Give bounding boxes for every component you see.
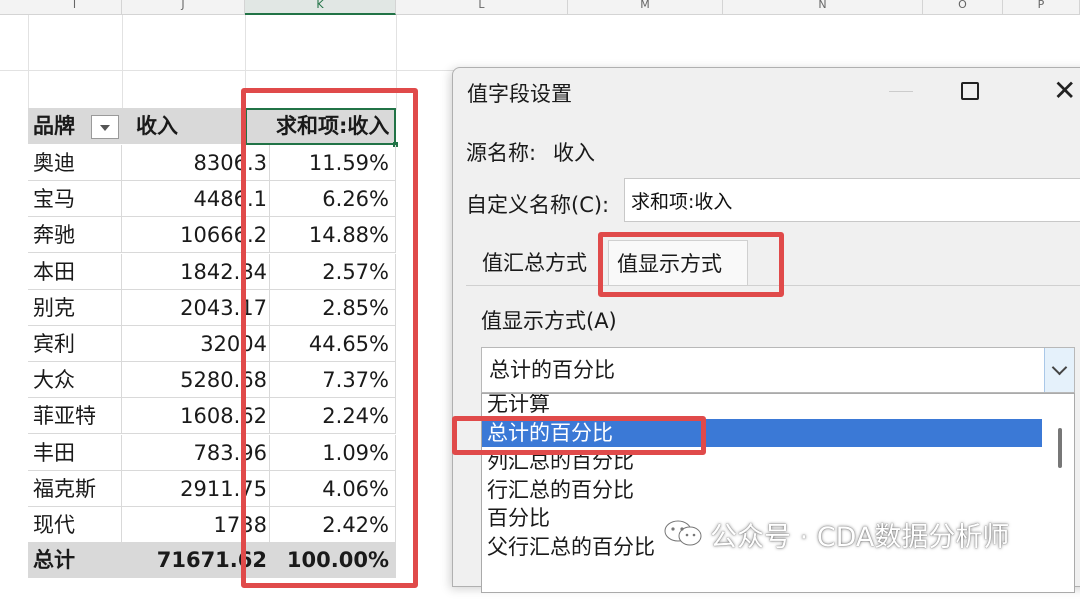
close-icon: ✕ bbox=[1053, 74, 1077, 107]
pivot-cell-brand[interactable]: 奥迪 bbox=[28, 145, 122, 181]
column-header-k[interactable]: K bbox=[245, 0, 396, 15]
watermark: 公众号 · CDA数据分析师 bbox=[663, 510, 1063, 558]
maximize-button[interactable] bbox=[947, 68, 1007, 116]
maximize-icon bbox=[961, 82, 979, 100]
tab-summarize-values-by[interactable]: 值汇总方式 bbox=[474, 240, 595, 286]
column-header-i[interactable]: I bbox=[28, 0, 122, 15]
wechat-logo-icon bbox=[664, 520, 702, 546]
value-field-settings-dialog: 值字段设置 ✕ 源名称: 收入 自定义名称(C): 值汇总方式 值显示方式 值显… bbox=[452, 67, 1080, 593]
filter-dropdown-icon[interactable] bbox=[91, 115, 119, 139]
column-header-o[interactable]: O bbox=[923, 0, 1003, 15]
close-button[interactable]: ✕ bbox=[1033, 68, 1080, 116]
highlight-box-option bbox=[452, 416, 706, 455]
highlight-box-tab bbox=[598, 232, 784, 297]
show-values-as-select[interactable]: 总计的百分比 bbox=[481, 347, 1075, 393]
option-item[interactable]: 行汇总的百分比 bbox=[482, 476, 1042, 504]
show-values-as-label: 值显示方式(A) bbox=[481, 309, 617, 333]
column-header-n[interactable]: N bbox=[723, 0, 923, 15]
highlight-box-sum-column bbox=[241, 88, 418, 588]
watermark-text: 公众号 · CDA数据分析师 bbox=[710, 522, 1010, 553]
grid-line bbox=[122, 15, 123, 110]
options-scrollbar[interactable] bbox=[1046, 394, 1074, 592]
pivot-cell-brand[interactable]: 大众 bbox=[28, 362, 122, 399]
show-values-as-selected: 总计的百分比 bbox=[489, 358, 615, 382]
dialog-title: 值字段设置 bbox=[467, 82, 572, 106]
column-header-j[interactable]: J bbox=[122, 0, 245, 15]
custom-name-label: 自定义名称(C): bbox=[466, 193, 610, 217]
source-name-label: 源名称: bbox=[466, 141, 537, 165]
pivot-cell-brand[interactable]: 丰田 bbox=[28, 434, 122, 471]
pivot-cell-brand[interactable]: 宾利 bbox=[28, 326, 122, 362]
pivot-cell-brand[interactable]: 菲亚特 bbox=[28, 398, 122, 435]
dropdown-arrow-button[interactable] bbox=[1044, 348, 1074, 392]
column-header-l[interactable]: L bbox=[396, 0, 568, 15]
minimize-icon bbox=[889, 91, 913, 92]
pivot-cell-brand[interactable]: 本田 bbox=[28, 253, 122, 290]
scrollbar-thumb[interactable] bbox=[1058, 428, 1062, 468]
chevron-down-icon bbox=[1051, 359, 1068, 376]
column-header-row: I J K L M N O P bbox=[0, 0, 1080, 15]
column-header-m[interactable]: M bbox=[568, 0, 723, 15]
pivot-cell-brand[interactable]: 现代 bbox=[28, 507, 122, 543]
pivot-cell-brand[interactable]: 奔驰 bbox=[28, 217, 122, 254]
grid-line bbox=[0, 70, 455, 71]
column-header-p[interactable]: P bbox=[1003, 0, 1080, 15]
custom-name-input[interactable] bbox=[624, 178, 1080, 222]
option-item[interactable]: 无计算 bbox=[482, 394, 1042, 418]
pivot-cell-brand[interactable]: 福克斯 bbox=[28, 470, 122, 507]
minimize-button[interactable] bbox=[875, 68, 935, 116]
pivot-cell-brand[interactable]: 宝马 bbox=[28, 181, 122, 218]
source-name-value: 收入 bbox=[553, 141, 595, 165]
grid-line bbox=[28, 15, 29, 110]
pivot-cell-brand[interactable]: 别克 bbox=[28, 289, 122, 326]
pivot-total-label[interactable]: 总计 bbox=[28, 542, 122, 578]
